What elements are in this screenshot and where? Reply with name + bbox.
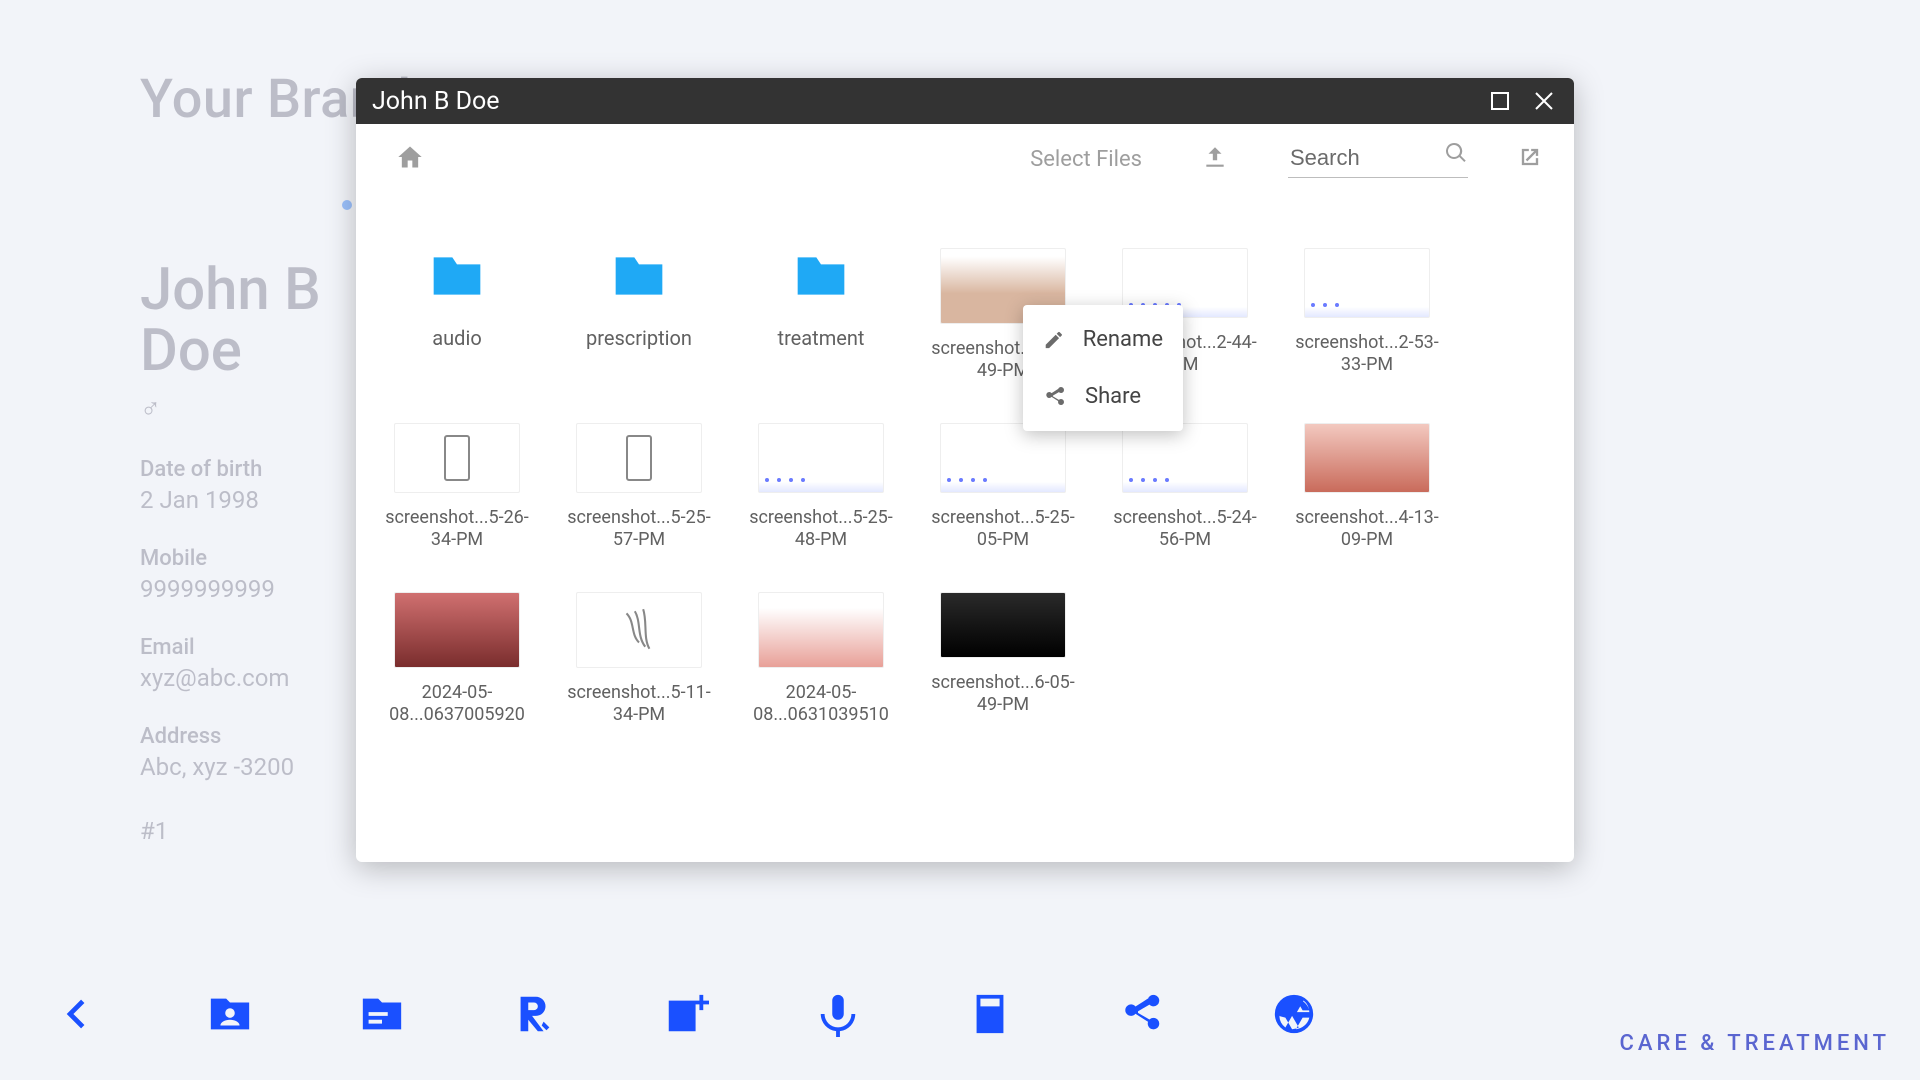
share-icon	[1043, 385, 1067, 409]
file-thumbnail	[758, 592, 884, 668]
search-input[interactable]	[1288, 141, 1468, 178]
file-label: screenshot...5-25-57-PM	[559, 507, 719, 550]
file-label: screenshot...2-53-33-PM	[1287, 332, 1447, 375]
edit-icon	[1043, 328, 1065, 352]
folder-icon	[786, 248, 856, 308]
folder-label: audio	[432, 326, 481, 350]
file-item[interactable]: 2024-05-08...0637005920	[367, 592, 547, 725]
file-thumbnail	[1304, 423, 1430, 493]
folder-icon	[422, 248, 492, 308]
maximize-button[interactable]	[1486, 87, 1514, 115]
file-thumbnail	[940, 423, 1066, 493]
menu-share-label: Share	[1085, 384, 1141, 409]
file-label: screenshot...5-25-48-PM	[741, 507, 901, 550]
menu-share[interactable]: Share	[1023, 368, 1183, 425]
folder-label: treatment	[778, 326, 865, 350]
close-button[interactable]	[1530, 87, 1558, 115]
file-item[interactable]: screenshot...5-25-57-PM	[549, 423, 729, 550]
file-item[interactable]: screenshot...5-25-05-PM	[913, 423, 1093, 550]
open-external-button[interactable]	[1488, 143, 1544, 175]
file-item[interactable]: 2024-05-08...0631039510	[731, 592, 911, 725]
file-thumbnail	[576, 423, 702, 493]
file-item[interactable]: screenshot...5-26-34-PM	[367, 423, 547, 550]
home-button[interactable]	[396, 143, 424, 175]
file-thumbnail	[940, 592, 1066, 658]
file-label: 2024-05-08...0631039510	[741, 682, 901, 725]
file-label: screenshot...6-05-49-PM	[923, 672, 1083, 715]
file-thumbnail	[394, 423, 520, 493]
file-item[interactable]: screenshot...4-13-09-PM	[1277, 423, 1457, 550]
file-thumbnail	[576, 592, 702, 668]
upload-button[interactable]	[1202, 144, 1228, 174]
menu-rename[interactable]: Rename	[1023, 311, 1183, 368]
modal-title-bar: John B Doe	[356, 78, 1574, 124]
file-item[interactable]: screenshot...5-25-48-PM	[731, 423, 911, 550]
folder-icon	[604, 248, 674, 308]
file-item[interactable]: screenshot...2-53-33-PM	[1277, 248, 1457, 381]
modal-toolbar: Select Files	[356, 124, 1574, 194]
context-menu: Rename Share	[1023, 305, 1183, 431]
search-field-wrap	[1288, 141, 1468, 178]
folder-prescription[interactable]: prescription	[549, 248, 729, 381]
file-item[interactable]: screenshot...6-05-49-PM	[913, 592, 1093, 725]
file-label: screenshot...5-11-34-PM	[559, 682, 719, 725]
file-grid: audio prescription treatment screenshot.…	[356, 214, 1574, 862]
folder-audio[interactable]: audio	[367, 248, 547, 381]
file-label: screenshot...5-26-34-PM	[377, 507, 537, 550]
select-files-button[interactable]: Select Files	[1030, 147, 1142, 172]
file-label: screenshot...4-13-09-PM	[1287, 507, 1447, 550]
folder-label: prescription	[586, 326, 692, 350]
menu-rename-label: Rename	[1083, 327, 1163, 352]
file-thumbnail	[394, 592, 520, 668]
file-label: 2024-05-08...0637005920	[377, 682, 537, 725]
file-thumbnail	[1122, 423, 1248, 493]
file-thumbnail	[1304, 248, 1430, 318]
file-item[interactable]: screenshot...5-24-56-PM	[1095, 423, 1275, 550]
file-label: screenshot...5-24-56-PM	[1105, 507, 1265, 550]
file-thumbnail	[758, 423, 884, 493]
file-item[interactable]: screenshot...5-11-34-PM	[549, 592, 729, 725]
modal-title: John B Doe	[372, 87, 500, 116]
search-icon[interactable]	[1444, 141, 1468, 169]
file-label: screenshot...5-25-05-PM	[923, 507, 1083, 550]
modal-overlay: John B Doe Select Files	[0, 0, 1920, 1080]
folder-treatment[interactable]: treatment	[731, 248, 911, 381]
files-modal: John B Doe Select Files	[356, 78, 1574, 862]
